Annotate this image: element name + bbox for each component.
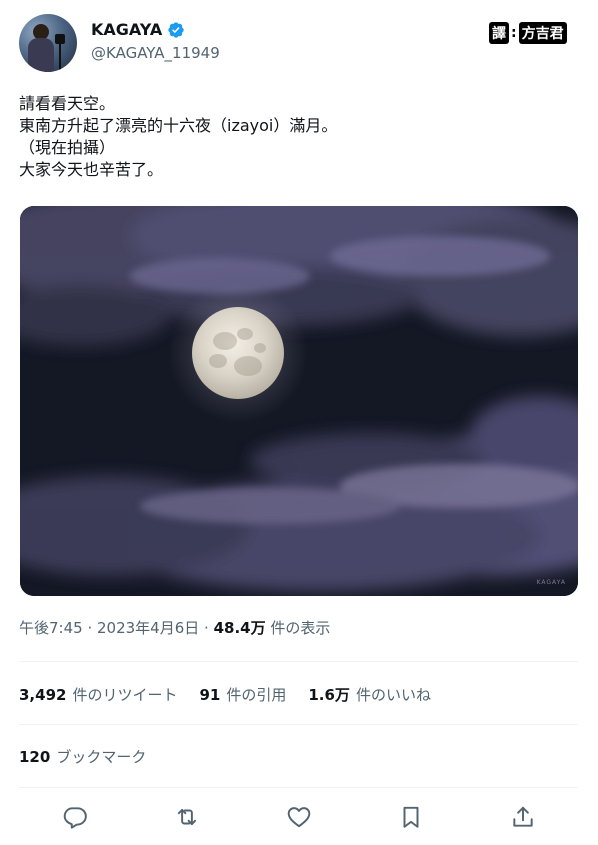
moon-night-photo [20,206,578,596]
quote-count: 91 [199,686,221,704]
retweet-label: 件のリツイート [72,686,178,704]
retweet-count: 3,492 [19,686,67,704]
avatar[interactable] [19,14,77,72]
action-bar [0,800,598,834]
view-label: 件の表示 [270,619,331,637]
avatar-tripod-leg [59,44,61,70]
tweet-time[interactable]: 午後7:45 [19,619,83,637]
quote-label: 件の引用 [226,686,287,704]
author-handle[interactable]: @KAGAYA_11949 [91,44,220,62]
avatar-camera [55,34,65,44]
photo-watermark: KAGAYA [536,579,566,586]
verified-badge-icon [168,21,184,38]
quote-stat[interactable]: 91 件の引用 [199,684,286,705]
heart-icon[interactable] [286,804,312,830]
bookmark-icon[interactable] [398,804,424,830]
tweet-photo[interactable]: KAGAYA [20,206,578,596]
like-label: 件のいいね [355,686,431,704]
divider [19,661,578,662]
tweet-date[interactable]: 2023年4月6日 [97,619,199,637]
bookmark-stat[interactable]: 120 ブックマーク [19,746,146,767]
engagement-stats: 3,492 件のリツイート 91 件の引用 1.6万 件のいいね [19,684,453,705]
like-count: 1.6万 [308,686,350,704]
divider [19,724,578,725]
retweet-icon[interactable] [174,804,200,830]
bookmark-count: 120 [19,748,51,766]
tweet-meta: 午後7:45 · 2023年4月6日 · 48.4万 件の表示 [19,617,330,638]
retweet-stat[interactable]: 3,492 件のリツイート [19,684,177,705]
author-name-row: KAGAYA [91,20,185,39]
meta-separator-2: · [199,619,214,637]
tweet-text: 請看看天空。 東南方升起了漂亮的十六夜（izayoi）滿月。 （現在拍攝） 大家… [19,94,338,179]
translator-badge: 譯 : 方吉君 [489,22,567,44]
translator-label: 譯 [489,22,509,44]
meta-separator: · [82,619,97,637]
divider [19,787,578,788]
bookmark-label: ブックマーク [56,748,147,766]
avatar-person-body [28,38,54,72]
translator-separator: : [511,25,517,41]
translator-name: 方吉君 [518,22,567,44]
author-name[interactable]: KAGAYA [91,20,162,39]
reply-icon[interactable] [62,804,88,830]
view-count: 48.4万 [213,619,266,637]
share-icon[interactable] [510,804,536,830]
like-stat[interactable]: 1.6万 件のいいね [308,684,431,705]
